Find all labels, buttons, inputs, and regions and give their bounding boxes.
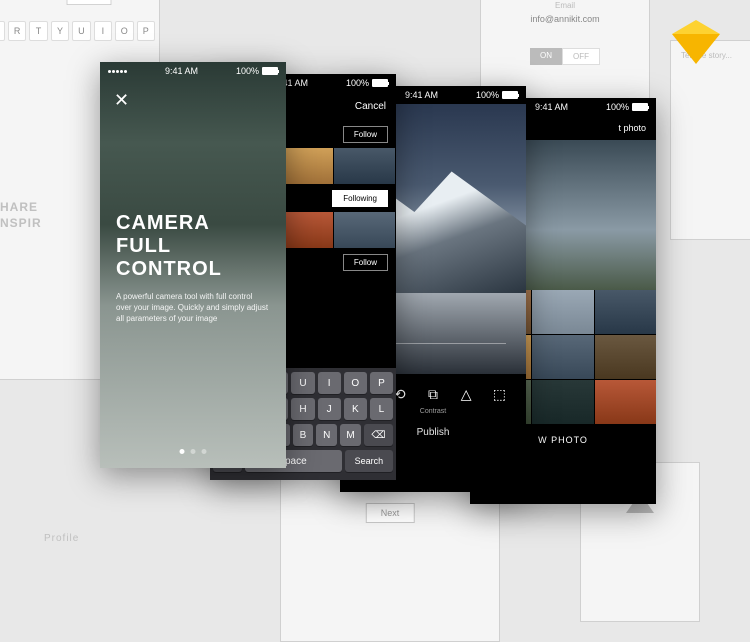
status-time: 9:41 AM [405,90,438,100]
gallery-thumb[interactable] [532,380,593,424]
screen-onboarding: 9:41 AM 100% ✕ CAMERA FULL CONTROL A pow… [100,62,286,468]
close-icon[interactable]: ✕ [114,90,129,111]
status-bar: 9:41 AM 100% [100,62,286,80]
hero-text-block: CAMERA FULL CONTROL A powerful camera to… [116,212,270,325]
hero-title-line2: FULL CONTROL [116,235,270,281]
status-time: 9:41 AM [535,102,568,112]
photo-thumb[interactable] [334,212,395,248]
following-button[interactable]: Following [332,190,388,207]
gallery-thumb[interactable] [595,290,656,334]
wire-email: info@annikit.com [481,14,649,24]
key-search[interactable]: Search [345,450,393,472]
gallery-thumb[interactable] [595,335,656,379]
key-l[interactable]: L [370,398,393,420]
key-b[interactable]: B [293,424,314,446]
wireframe-far-right: Tell the story... [670,40,750,240]
key-o[interactable]: O [344,372,367,394]
status-battery-text: 100% [606,102,629,112]
phone-screens-group: 9:41 AM 100% ✕ CAMERA FULL CONTROL A pow… [100,62,680,522]
status-battery-text: 100% [476,90,499,100]
cancel-button[interactable]: Cancel [355,101,386,112]
status-time: 9:41 AM [165,66,198,76]
pager-dot-1[interactable] [180,449,185,454]
key-m[interactable]: M [340,424,361,446]
hero-description: A powerful camera tool with full control… [116,291,270,325]
key-p[interactable]: P [370,372,393,394]
wire-profile-text: Profile [44,533,79,544]
gallery-thumb[interactable] [595,380,656,424]
key-backspace[interactable]: ⌫ [364,424,393,446]
wire-inspire-text: NSPIR [0,216,42,230]
follow-button[interactable]: Follow [343,126,388,143]
gallery-thumb[interactable] [532,335,593,379]
wire-follow-btn: Follow [67,0,112,5]
more-icon[interactable]: ⬚ [490,385,508,403]
status-battery-text: 100% [236,66,259,76]
pager-dot-3[interactable] [202,449,207,454]
photo-thumb[interactable] [334,148,395,184]
wire-email-label: Email [481,1,649,10]
key-u[interactable]: U [291,372,314,394]
page-indicator[interactable] [180,449,207,454]
hero-title-line1: CAMERA [116,212,270,235]
pager-dot-2[interactable] [191,449,196,454]
wire-share-text: HARE [0,200,38,214]
key-k[interactable]: K [344,398,367,420]
crop-icon[interactable]: ⧉ [424,385,442,403]
follow-button[interactable]: Follow [343,254,388,271]
filter-icon[interactable]: △ [457,385,475,403]
key-i[interactable]: I [318,372,341,394]
gallery-header-text: t photo [618,123,646,133]
status-battery-text: 100% [346,78,369,88]
key-h[interactable]: H [291,398,314,420]
key-n[interactable]: N [316,424,337,446]
sketch-logo-icon [672,20,720,64]
key-j[interactable]: J [318,398,341,420]
wire-keyboard-row: W E R T Y U I O P [0,21,155,41]
gallery-thumb[interactable] [532,290,593,334]
